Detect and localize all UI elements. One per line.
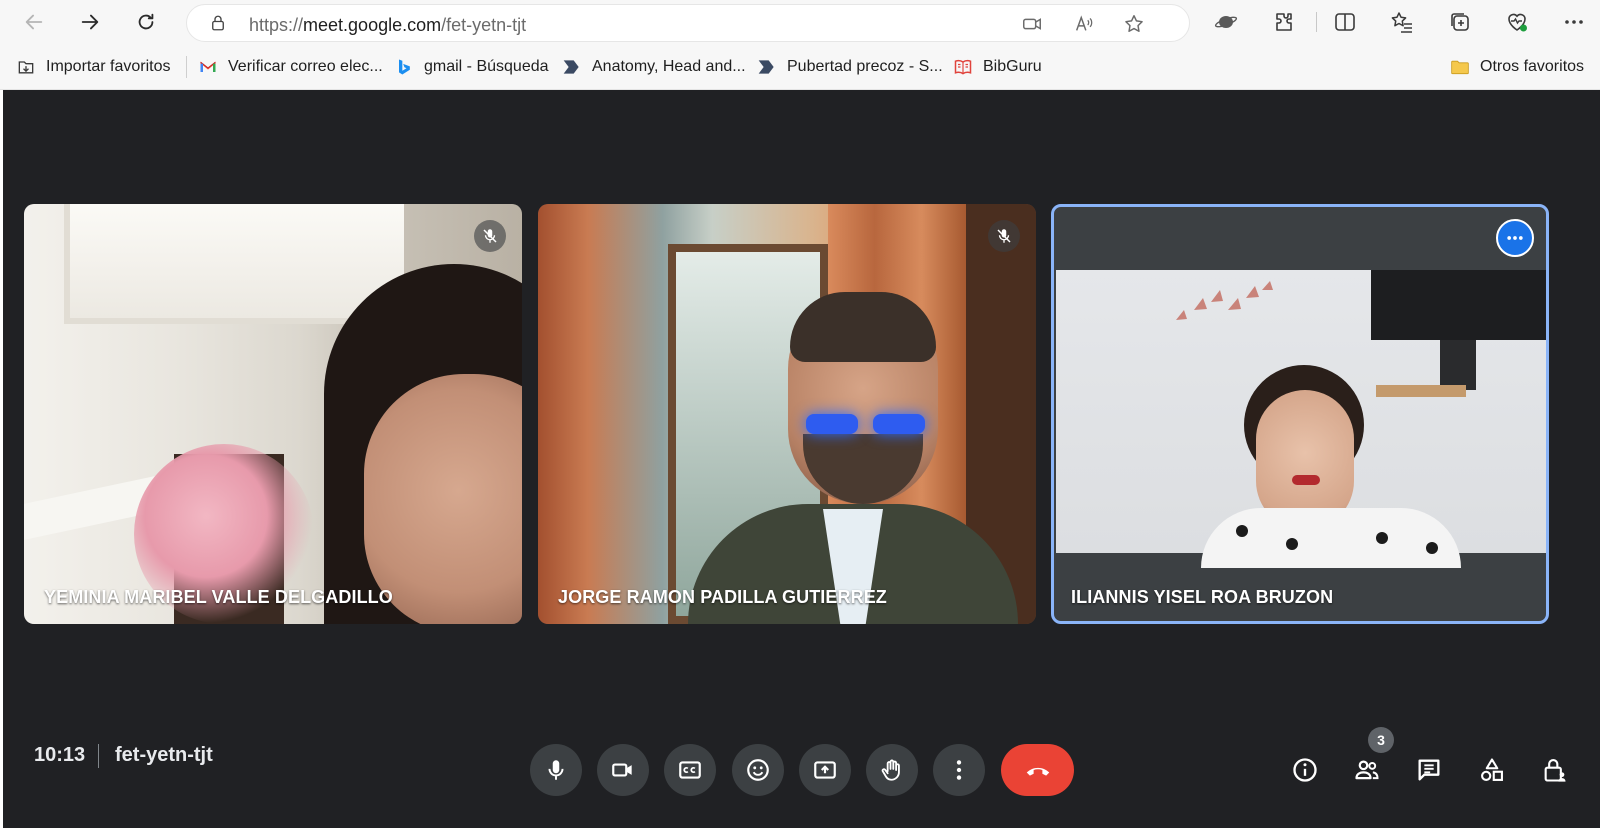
bookmark-arrow-icon — [562, 57, 582, 77]
microphone-icon — [548, 760, 564, 780]
address-bar[interactable]: https://meet.google.com/fet-yetn-tjt — [186, 4, 1190, 42]
lock-icon[interactable] — [209, 14, 227, 32]
extensions-puzzle-icon[interactable] — [1272, 10, 1296, 34]
bookmark-arrow-icon — [757, 57, 777, 77]
favorite-bibguru[interactable]: BibGuru — [953, 56, 1042, 78]
chat-button[interactable] — [1411, 752, 1447, 788]
read-aloud-icon[interactable] — [1073, 13, 1095, 35]
microphone-button[interactable] — [530, 744, 582, 796]
meeting-code[interactable]: fet-yetn-tjt — [115, 744, 213, 767]
info-icon — [1293, 758, 1317, 782]
participant-name: ILIANNIS YISEL ROA BRUZON — [1071, 587, 1334, 607]
favorites-list-icon[interactable] — [1390, 10, 1414, 34]
participant-count-badge: 3 — [1368, 727, 1394, 753]
more-vertical-icon — [956, 760, 962, 780]
url-path: /fet-yetn-tjt — [441, 15, 527, 35]
chat-icon — [1418, 759, 1440, 781]
browser-toolbar: https://meet.google.com/fet-yetn-tjt — [0, 0, 1600, 44]
back-arrow-icon — [25, 14, 43, 30]
favorite-anatomy[interactable]: Anatomy, Head and... — [562, 56, 746, 78]
favorite-import[interactable]: Importar favoritos — [16, 56, 170, 78]
favorite-pubertad[interactable]: Pubertad precoz - S... — [757, 56, 943, 78]
more-options-button[interactable] — [933, 744, 985, 796]
muted-indicator — [474, 220, 506, 252]
back-button[interactable] — [18, 6, 50, 38]
captions-button[interactable] — [664, 744, 716, 796]
camera-button[interactable] — [597, 744, 649, 796]
refresh-icon — [138, 13, 154, 30]
mic-off-icon — [997, 229, 1011, 243]
favorite-other-folder[interactable]: Otros favoritos — [1450, 56, 1584, 78]
url-scheme: https:// — [249, 15, 304, 35]
favorites-divider — [186, 56, 187, 78]
activities-shapes-icon — [1481, 758, 1503, 781]
folder-icon — [1450, 57, 1470, 77]
leave-call-button[interactable] — [1001, 744, 1074, 796]
refresh-button[interactable] — [130, 6, 162, 38]
collections-icon[interactable] — [1448, 10, 1472, 34]
host-controls-button[interactable] — [1537, 752, 1573, 788]
favorite-label: Pubertad precoz - S... — [787, 58, 943, 75]
closed-captions-icon — [679, 761, 701, 779]
clock-divider — [98, 744, 99, 768]
participant-tile[interactable]: JORGE RAMON PADILLA GUTIERREZ — [538, 204, 1036, 624]
raise-hand-icon — [881, 759, 900, 781]
participant-tile-active[interactable]: ILIANNIS YISEL ROA BRUZON — [1051, 204, 1549, 624]
star-favorite-icon[interactable] — [1123, 13, 1145, 35]
people-button[interactable] — [1349, 752, 1385, 788]
meeting-clock: 10:13 — [34, 744, 86, 766]
people-icon — [1355, 760, 1379, 780]
camera-permission-icon[interactable] — [1021, 13, 1043, 35]
raise-hand-button[interactable] — [866, 744, 918, 796]
emoji-icon — [747, 759, 769, 781]
participant-video — [538, 204, 1036, 624]
gmail-icon — [198, 57, 218, 77]
mic-off-icon — [483, 229, 497, 243]
present-screen-button[interactable] — [799, 744, 851, 796]
bing-icon — [394, 57, 414, 77]
forward-button[interactable] — [74, 6, 106, 38]
favorite-gmail-search[interactable]: gmail - Búsqueda — [394, 56, 549, 78]
participant-video — [1056, 270, 1546, 568]
lock-person-icon — [1544, 759, 1566, 782]
hang-up-icon — [1026, 767, 1049, 776]
participant-options-button[interactable] — [1496, 219, 1534, 257]
favorite-label: Otros favoritos — [1480, 58, 1585, 75]
participant-name: JORGE RAMON PADILLA GUTIERREZ — [558, 587, 887, 607]
split-screen-icon[interactable] — [1333, 10, 1357, 34]
favorite-label: Verificar correo elec... — [228, 58, 383, 75]
reactions-button[interactable] — [732, 744, 784, 796]
activities-button[interactable] — [1474, 752, 1510, 788]
planet-extension-icon[interactable] — [1214, 10, 1238, 34]
url-text[interactable]: https://meet.google.com/fet-yetn-tjt — [249, 15, 526, 36]
muted-indicator — [988, 220, 1020, 252]
participant-tile[interactable]: YEMINIA MARIBEL VALLE DELGADILLO — [24, 204, 522, 624]
more-horizontal-icon — [1507, 236, 1523, 240]
participant-name: YEMINIA MARIBEL VALLE DELGADILLO — [44, 587, 393, 607]
favorite-gmail-verify[interactable]: Verificar correo elec... — [198, 56, 383, 78]
favorite-label: Anatomy, Head and... — [592, 58, 746, 75]
participant-video — [24, 204, 522, 624]
book-icon — [953, 57, 973, 77]
meet-stage: YEMINIA MARIBEL VALLE DELGADILLO JORGE R… — [3, 90, 1600, 828]
import-icon — [16, 57, 36, 77]
favorite-label: BibGuru — [983, 58, 1042, 75]
toolbar-divider — [1316, 12, 1317, 32]
forward-arrow-icon — [81, 14, 99, 30]
present-screen-icon — [814, 761, 836, 779]
browser-essentials-heart-icon[interactable] — [1505, 10, 1529, 34]
url-host: meet.google.com — [303, 15, 442, 35]
favorite-label: Importar favoritos — [46, 58, 171, 75]
camera-icon — [612, 763, 632, 777]
settings-more-icon[interactable] — [1562, 10, 1586, 34]
favorite-label: gmail - Búsqueda — [424, 58, 549, 75]
meeting-details-button[interactable] — [1287, 752, 1323, 788]
